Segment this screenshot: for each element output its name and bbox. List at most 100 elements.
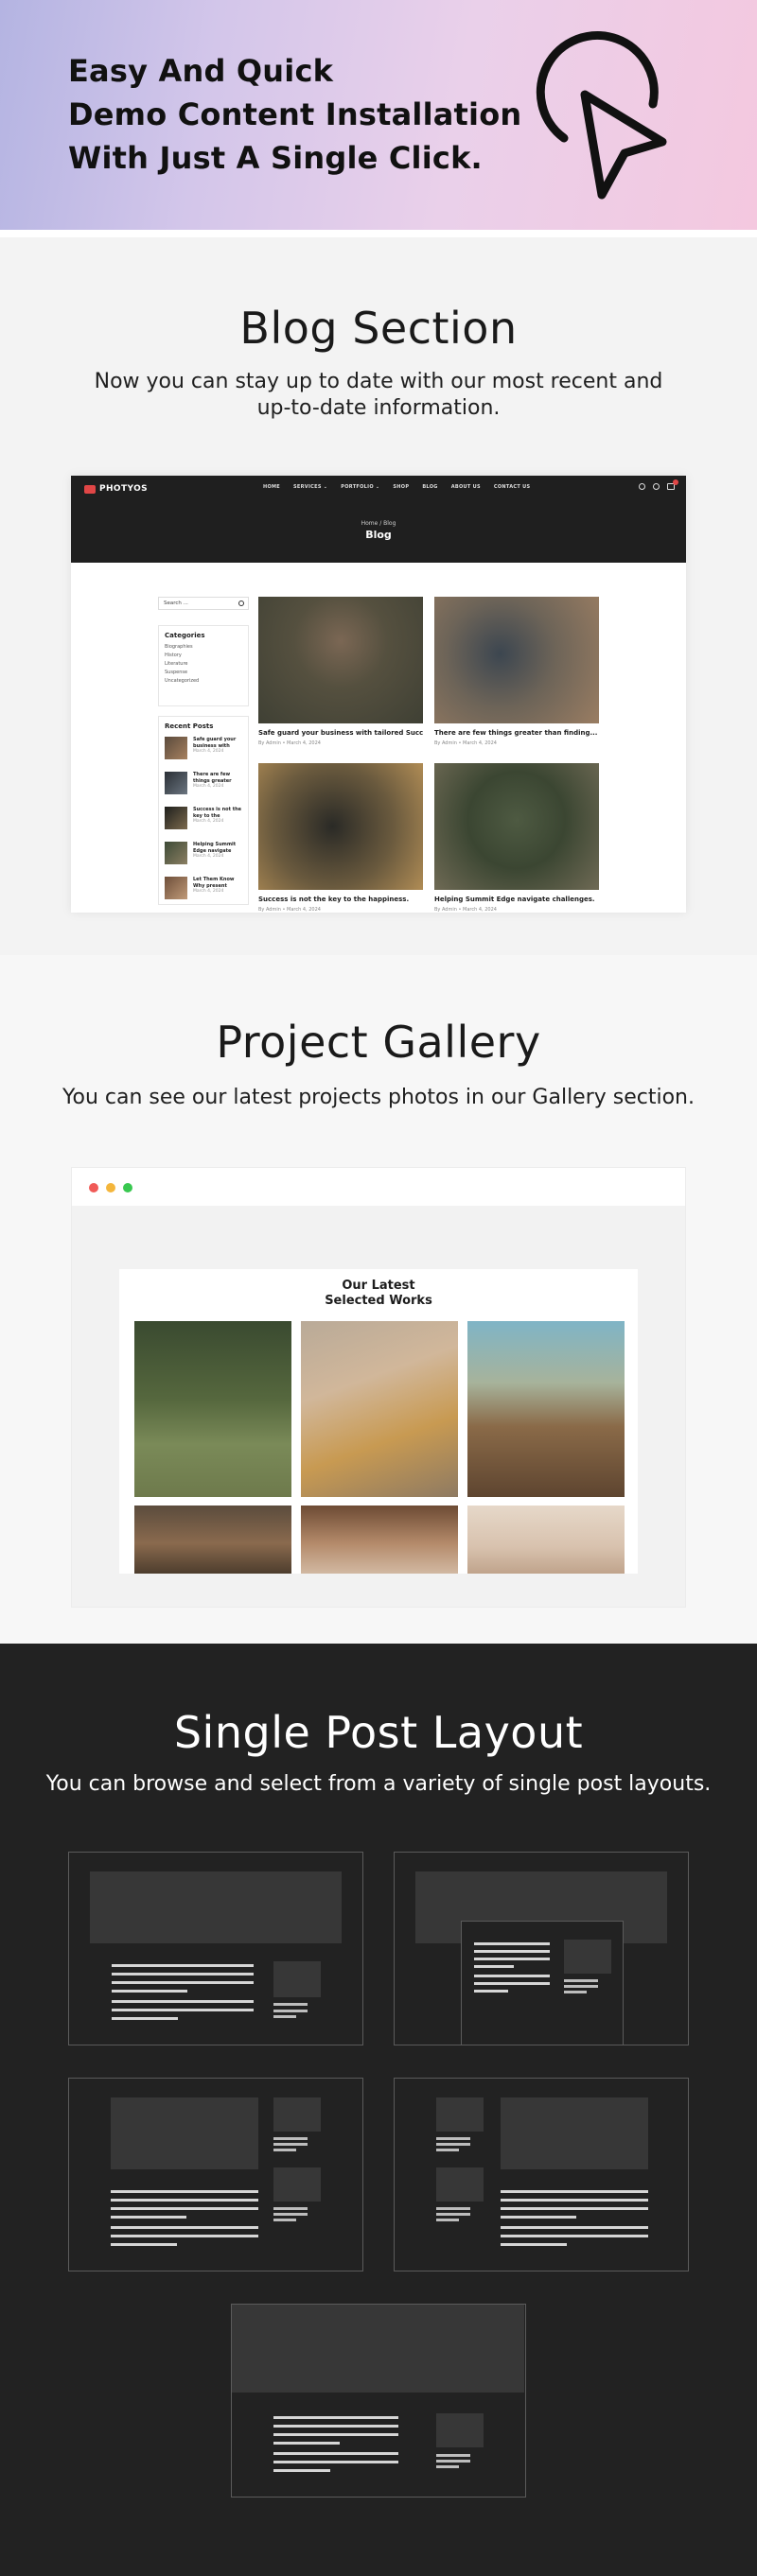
site-logo[interactable]: PHOTYOS	[84, 481, 148, 496]
layout-text-line	[474, 1982, 550, 1985]
recent-post-item[interactable]: There are few things greater March 4, 202…	[165, 772, 242, 800]
nav-services[interactable]: SERVICES ⌄	[293, 484, 327, 490]
gallery-image-shoreline[interactable]	[467, 1506, 625, 1574]
site-logo-text: PHOTYOS	[99, 484, 149, 494]
category-link[interactable]: Literature	[165, 660, 242, 669]
post-card[interactable]: Safe guard your business with tailored S…	[258, 597, 423, 746]
recent-post-date: March 4, 2024	[193, 854, 224, 859]
single-post-layout-4[interactable]	[394, 2078, 689, 2271]
layout-sidebar-line	[273, 2010, 308, 2012]
post-image[interactable]	[434, 597, 599, 723]
post-image[interactable]	[258, 597, 423, 723]
recent-posts-heading: Recent Posts	[165, 722, 214, 730]
page-title: Blog	[365, 529, 392, 541]
layout-sidebar-line	[436, 2213, 470, 2216]
post-image[interactable]	[258, 763, 423, 890]
header-icons	[639, 479, 678, 490]
recent-post-thumbnail[interactable]	[165, 807, 187, 829]
layout-text-line	[111, 2235, 258, 2237]
layout-sidebar-line	[436, 2207, 470, 2210]
layout-sidebar-block	[436, 2413, 484, 2447]
blog-section-subtitle-line-2: up-to-date information.	[256, 396, 501, 420]
user-icon[interactable]	[653, 483, 660, 490]
post-card[interactable]: Helping Summit Edge navigate challenges.…	[434, 763, 599, 913]
gallery-image-woman[interactable]	[301, 1321, 458, 1497]
gallery-image-canyon[interactable]	[301, 1506, 458, 1574]
single-post-layout-5[interactable]	[231, 2304, 526, 2498]
layout-sidebar-block	[273, 1961, 321, 1997]
layout-text-line	[501, 2199, 648, 2202]
post-meta: By Admin • March 4, 2024	[258, 740, 321, 746]
recent-post-title[interactable]: There are few things greater	[193, 772, 232, 784]
single-post-section-subtitle: You can browse and select from a variety…	[45, 1772, 712, 1796]
layout-text-line	[111, 2199, 258, 2202]
category-link[interactable]: Uncategorized	[165, 677, 242, 686]
post-card[interactable]: Success is not the key to the happiness.…	[258, 763, 423, 913]
post-title[interactable]: Helping Summit Edge navigate challenges.	[434, 896, 599, 903]
category-link[interactable]: History	[165, 652, 242, 660]
layout-sidebar-line	[436, 2465, 459, 2468]
recent-post-thumbnail[interactable]	[165, 772, 187, 794]
recent-post-thumbnail[interactable]	[165, 842, 187, 864]
layout-sidebar-line	[564, 1991, 587, 1993]
post-card[interactable]: There are few things greater than findin…	[434, 597, 599, 746]
gallery-image-horse[interactable]	[134, 1321, 291, 1497]
categories-widget: Categories Biographies History Literatur…	[158, 625, 249, 706]
recent-post-item[interactable]: Let Them Know Why present March 4, 2024	[165, 877, 242, 905]
layout-sidebar-block	[436, 2167, 484, 2202]
search-icon[interactable]	[238, 600, 244, 606]
gallery-section-subtitle: You can see our latest projects photos i…	[62, 1086, 695, 1109]
layout-text-line	[112, 1964, 254, 1967]
recent-post-title[interactable]: Helping Summit Edge navigate	[193, 842, 236, 854]
search-icon[interactable]	[639, 483, 645, 490]
gallery-card: Our Latest Selected Works	[119, 1269, 638, 1574]
sidebar-search-input[interactable]: Search ...	[158, 597, 249, 610]
layout-text-line	[112, 2009, 254, 2011]
nav-portfolio[interactable]: PORTFOLIO ⌄	[341, 484, 379, 490]
nav-shop[interactable]: SHOP	[393, 484, 409, 490]
single-post-layout-2[interactable]	[394, 1852, 689, 2045]
nav-blog[interactable]: BLOG	[422, 484, 437, 490]
post-title[interactable]: Success is not the key to the happiness.	[258, 896, 423, 903]
recent-post-title[interactable]: Success is not the key to the	[193, 807, 241, 819]
layout-sidebar-line	[273, 2015, 296, 2018]
recent-post-item[interactable]: Safe guard your business with March 4, 20…	[165, 737, 242, 765]
window-maximize-dot	[123, 1183, 132, 1192]
layout-text-line	[273, 2461, 398, 2463]
hero-title-line-3: With Just A Single Click.	[68, 140, 483, 176]
layout-sidebar-line	[273, 2213, 308, 2216]
gallery-section: Project Gallery You can see our latest p…	[0, 955, 757, 1644]
layout-sidebar-block	[273, 2167, 321, 2202]
cart-icon[interactable]	[667, 479, 678, 490]
category-link[interactable]: Biographies	[165, 643, 242, 652]
layout-text-line	[474, 1958, 550, 1960]
recent-post-date: March 4, 2024	[193, 889, 224, 894]
layout-text-line	[474, 1990, 508, 1993]
gallery-image-forest[interactable]	[134, 1506, 291, 1574]
post-meta: By Admin • March 4, 2024	[258, 907, 321, 913]
layout-text-line	[111, 2207, 258, 2210]
layout-text-line	[273, 2416, 398, 2419]
recent-post-item[interactable]: Helping Summit Edge navigate March 4, 202…	[165, 842, 242, 870]
nav-contact-us[interactable]: CONTACT US	[494, 484, 530, 490]
breadcrumb: Home / Blog	[361, 520, 396, 527]
post-image[interactable]	[434, 763, 599, 890]
recent-post-title[interactable]: Let Them Know Why present	[193, 877, 235, 889]
single-post-layout-3[interactable]	[68, 2078, 363, 2271]
post-title[interactable]: Safe guard your business with tailored S…	[258, 729, 423, 737]
layout-text-line	[273, 2433, 398, 2436]
gallery-image-castle[interactable]	[467, 1321, 625, 1497]
nav-home[interactable]: HOME	[263, 484, 280, 490]
layout-sidebar-line	[273, 2207, 308, 2210]
recent-post-item[interactable]: Success is not the key to the March 4, 20…	[165, 807, 242, 835]
blog-section-subtitle-line-1: Now you can stay up to date with our mos…	[94, 370, 663, 393]
cursor-click-icon	[536, 31, 667, 200]
nav-about-us[interactable]: ABOUT US	[451, 484, 481, 490]
post-title[interactable]: There are few things greater than findin…	[434, 729, 599, 737]
recent-post-thumbnail[interactable]	[165, 877, 187, 899]
recent-post-thumbnail[interactable]	[165, 737, 187, 759]
single-post-layout-1[interactable]	[68, 1852, 363, 2045]
recent-post-title[interactable]: Safe guard your business with	[193, 737, 236, 749]
category-link[interactable]: Suspense	[165, 669, 242, 677]
layout-text-line	[112, 2017, 178, 2020]
